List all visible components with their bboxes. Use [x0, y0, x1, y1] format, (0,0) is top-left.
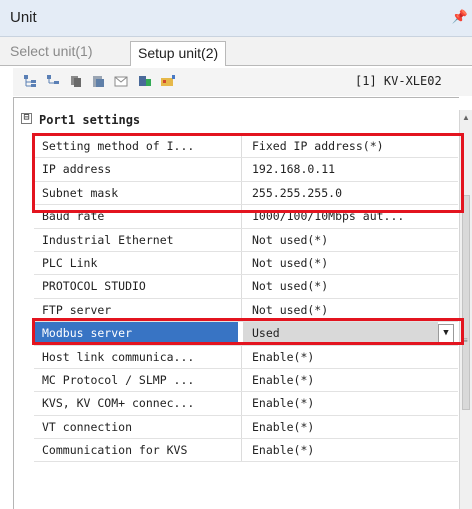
property-value[interactable]: Enable(*) — [252, 350, 457, 364]
property-value[interactable]: Not used(*) — [252, 233, 457, 247]
settings-icon[interactable] — [160, 74, 175, 88]
mail-icon[interactable] — [114, 74, 128, 88]
property-row-communication-kvs[interactable]: Communication for KVS Enable(*) — [34, 439, 458, 463]
section-label: Port1 settings — [39, 113, 141, 127]
property-name: Industrial Ethernet — [42, 232, 174, 247]
highlight-modbus-server — [32, 318, 464, 345]
property-value[interactable]: Not used(*) — [252, 303, 457, 317]
tab-strip: Select unit(1) Setup unit(2) — [0, 37, 472, 66]
window-title: Unit — [10, 9, 37, 26]
property-name: FTP server — [42, 302, 112, 317]
pin-icon[interactable]: 📌 — [452, 9, 468, 25]
scrollbar-thumb[interactable]: ≡ — [462, 195, 470, 410]
section-port1-settings[interactable]: ⊟ Port1 settings — [14, 110, 459, 132]
property-name: Host link communica... — [42, 349, 195, 364]
property-value[interactable]: Enable(*) — [252, 443, 457, 457]
highlight-network-settings — [32, 133, 464, 213]
property-row-host-link[interactable]: Host link communica... Enable(*) — [34, 345, 458, 369]
property-name: VT connection — [42, 419, 133, 434]
property-name: KVS, KV COM+ connec... — [42, 396, 195, 411]
tree-expand-icon[interactable] — [23, 74, 37, 88]
copy-icon[interactable] — [69, 74, 83, 88]
property-value[interactable]: Not used(*) — [252, 279, 457, 293]
title-bar: Unit 📌 — [0, 0, 472, 37]
property-name: PROTOCOL STUDIO — [42, 279, 146, 294]
property-row-vt-connection[interactable]: VT connection Enable(*) — [34, 415, 458, 440]
paste-icon[interactable] — [91, 74, 105, 88]
property-value[interactable]: Enable(*) — [252, 396, 457, 410]
property-row-kvs-kv-com[interactable]: KVS, KV COM+ connec... Enable(*) — [34, 392, 458, 416]
unit-reference: [1] KV-XLE02 — [355, 74, 442, 88]
property-row-industrial-ethernet[interactable]: Industrial Ethernet Not used(*) — [34, 228, 458, 252]
device-icon[interactable] — [138, 74, 152, 88]
property-row-plc-link[interactable]: PLC Link Not used(*) — [34, 251, 458, 276]
property-row-protocol-studio[interactable]: PROTOCOL STUDIO Not used(*) — [34, 275, 458, 299]
property-name: MC Protocol / SLMP ... — [42, 372, 195, 387]
tab-select-unit[interactable]: Select unit(1) — [10, 43, 92, 59]
collapse-icon[interactable]: ⊟ — [21, 113, 32, 124]
property-name: PLC Link — [42, 255, 98, 270]
property-value[interactable]: Enable(*) — [252, 420, 457, 434]
scroll-up-icon[interactable]: ▲ — [462, 113, 470, 122]
property-value[interactable]: Enable(*) — [252, 373, 457, 387]
property-value[interactable]: Not used(*) — [252, 256, 457, 270]
property-row-mc-protocol[interactable]: MC Protocol / SLMP ... Enable(*) — [34, 368, 458, 393]
tab-setup-unit[interactable]: Setup unit(2) — [130, 41, 227, 66]
property-name: Communication for KVS — [42, 443, 188, 458]
tree-collapse-icon[interactable] — [46, 74, 60, 88]
